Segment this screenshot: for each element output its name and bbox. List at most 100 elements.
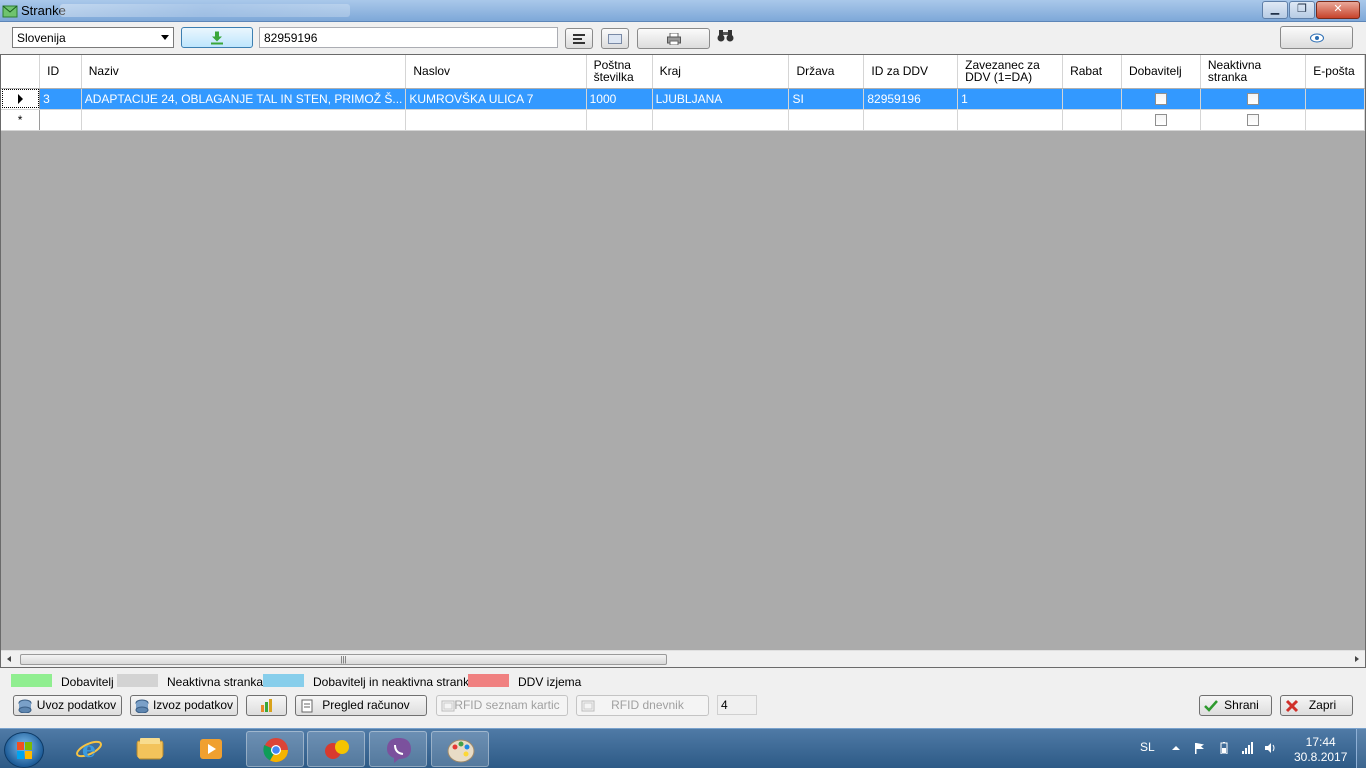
cell-naslov[interactable] — [405, 109, 587, 131]
volume-icon[interactable] — [1264, 742, 1276, 754]
cell-naziv[interactable] — [81, 109, 407, 131]
cell-drzava[interactable] — [788, 109, 865, 131]
scroll-left-arrow-icon[interactable] — [7, 656, 11, 662]
invoices-overview-label: Pregled računov — [322, 698, 410, 712]
network-signal-icon[interactable] — [1241, 742, 1253, 754]
show-desktop-button[interactable] — [1356, 729, 1366, 768]
cell-neaktivna[interactable] — [1200, 88, 1307, 110]
horizontal-scrollbar[interactable]: ||| — [1, 650, 1365, 667]
col-header-zavezanec[interactable]: Zavezanec za DDV (1=DA) — [957, 55, 1064, 89]
print-button[interactable] — [637, 28, 710, 49]
export-icon — [135, 699, 149, 713]
download-icon — [211, 31, 223, 44]
header-row: ID Naziv Naslov Poštna številka Kraj Drž… — [1, 55, 1365, 89]
col-header-eposta[interactable]: E-pošta — [1305, 55, 1365, 89]
cell-id-ddv[interactable] — [863, 109, 959, 131]
action-center-flag-icon[interactable] — [1193, 742, 1205, 754]
cell-rabat[interactable] — [1062, 88, 1122, 110]
battery-icon[interactable] — [1218, 742, 1230, 754]
customers-grid: ID Naziv Naslov Poštna številka Kraj Drž… — [0, 54, 1366, 668]
import-button-label: Uvoz podatkov — [36, 698, 117, 712]
close-button[interactable]: ✕ — [1316, 1, 1360, 19]
close-x-icon — [1285, 699, 1299, 713]
col-header-naziv[interactable]: Naziv — [81, 55, 407, 89]
legend-label-dobavitelj: Dobavitelj — [61, 675, 114, 689]
view-button[interactable] — [1280, 26, 1353, 49]
clock-time: 17:44 — [1305, 735, 1336, 749]
system-tray: SL 17:44 30.8.2017 — [0, 729, 1366, 768]
col-header-id-ddv[interactable]: ID za DDV — [863, 55, 959, 89]
legend-swatch-neaktivna — [117, 674, 158, 687]
show-hidden-icons-icon[interactable] — [1170, 742, 1182, 754]
country-select[interactable]: Slovenija — [12, 27, 174, 48]
download-button[interactable] — [181, 27, 253, 48]
invoices-overview-button[interactable]: Pregled računov — [295, 695, 427, 716]
dobavitelj-checkbox[interactable] — [1154, 93, 1167, 106]
col-header-rabat[interactable]: Rabat — [1062, 55, 1122, 89]
import-icon — [18, 699, 32, 713]
neaktivna-checkbox[interactable] — [1247, 114, 1260, 127]
neaktivna-checkbox[interactable] — [1247, 93, 1260, 106]
legend-swatch-dobavitelj-neaktivna — [263, 674, 304, 687]
app-icon — [2, 5, 18, 18]
cell-drzava[interactable]: SI — [788, 88, 865, 110]
cell-rabat[interactable] — [1062, 109, 1122, 131]
new-row[interactable]: * — [1, 109, 1365, 131]
col-header-kraj[interactable]: Kraj — [652, 55, 790, 89]
table-row[interactable]: 3 ADAPTACIJE 24, OBLAGANJE TAL IN STEN, … — [1, 88, 1365, 110]
col-header-drzava[interactable]: Država — [788, 55, 865, 89]
cell-postna[interactable] — [586, 109, 653, 131]
cell-id-ddv[interactable]: 82959196 — [863, 88, 959, 110]
chevron-down-icon — [161, 35, 169, 40]
rfid-log-button[interactable]: RFID dnevnik — [576, 695, 709, 716]
chart-button[interactable] — [246, 695, 287, 716]
taskbar: e SL 17:44 30.8.2017 — [0, 728, 1366, 768]
row-header[interactable] — [1, 88, 41, 110]
minimize-button[interactable]: ▁ — [1262, 1, 1288, 19]
import-button[interactable]: Uvoz podatkov — [13, 695, 122, 716]
close-form-button[interactable]: Zapri — [1280, 695, 1353, 716]
restore-button[interactable]: ❐ — [1289, 1, 1315, 19]
rfid-cards-button[interactable]: RFID seznam kartic — [436, 695, 568, 716]
checkmark-icon — [1204, 700, 1218, 712]
cell-kraj[interactable]: LJUBLJANA — [652, 88, 790, 110]
cell-id[interactable] — [39, 109, 82, 131]
cell-neaktivna[interactable] — [1200, 109, 1307, 131]
cell-eposta[interactable] — [1305, 88, 1365, 110]
cell-naziv[interactable]: ADAPTACIJE 24, OBLAGANJE TAL IN STEN, PR… — [81, 88, 407, 110]
col-header-dobavitelj[interactable]: Dobavitelj — [1121, 55, 1201, 89]
count-field[interactable]: 4 — [717, 695, 757, 715]
export-button[interactable]: Izvoz podatkov — [130, 695, 238, 716]
cell-id[interactable]: 3 — [39, 88, 82, 110]
document-icon — [301, 699, 313, 713]
col-header-id[interactable]: ID — [39, 55, 82, 89]
printer-icon — [666, 32, 681, 45]
cell-dobavitelj[interactable] — [1121, 88, 1201, 110]
cell-eposta[interactable] — [1305, 109, 1365, 131]
binoculars-icon[interactable] — [717, 29, 734, 42]
customers-table: ID Naziv Naslov Poštna številka Kraj Drž… — [1, 55, 1365, 131]
list-view-button[interactable] — [565, 28, 593, 49]
vat-search-input[interactable]: 82959196 — [259, 27, 558, 48]
col-header-postna[interactable]: Poštna številka — [586, 55, 653, 89]
clock-date: 30.8.2017 — [1294, 750, 1348, 764]
save-button[interactable]: Shrani — [1199, 695, 1272, 716]
col-header-naslov[interactable]: Naslov — [405, 55, 587, 89]
cell-zavezanec[interactable]: 1 — [957, 88, 1064, 110]
new-row-marker[interactable]: * — [1, 109, 41, 131]
dobavitelj-checkbox[interactable] — [1154, 114, 1167, 127]
legend-label-neaktivna: Neaktivna stranka — [167, 675, 264, 689]
cell-naslov[interactable]: KUMROVŠKA ULICA 7 — [405, 88, 587, 110]
col-header-neaktivna[interactable]: Neaktivna stranka — [1200, 55, 1307, 89]
clock[interactable]: 17:44 30.8.2017 — [1294, 735, 1347, 765]
cell-postna[interactable]: 1000 — [586, 88, 653, 110]
cell-zavezanec[interactable] — [957, 109, 1064, 131]
export-button-label: Izvoz podatkov — [152, 698, 234, 712]
form-view-button[interactable] — [601, 28, 629, 49]
scroll-right-arrow-icon[interactable] — [1355, 656, 1359, 662]
language-indicator[interactable]: SL — [1140, 740, 1155, 754]
scrollbar-thumb[interactable]: ||| — [20, 654, 667, 665]
cell-kraj[interactable] — [652, 109, 790, 131]
cell-dobavitelj[interactable] — [1121, 109, 1201, 131]
color-legend: Dobavitelj Neaktivna stranka Dobavitelj … — [0, 670, 1366, 692]
